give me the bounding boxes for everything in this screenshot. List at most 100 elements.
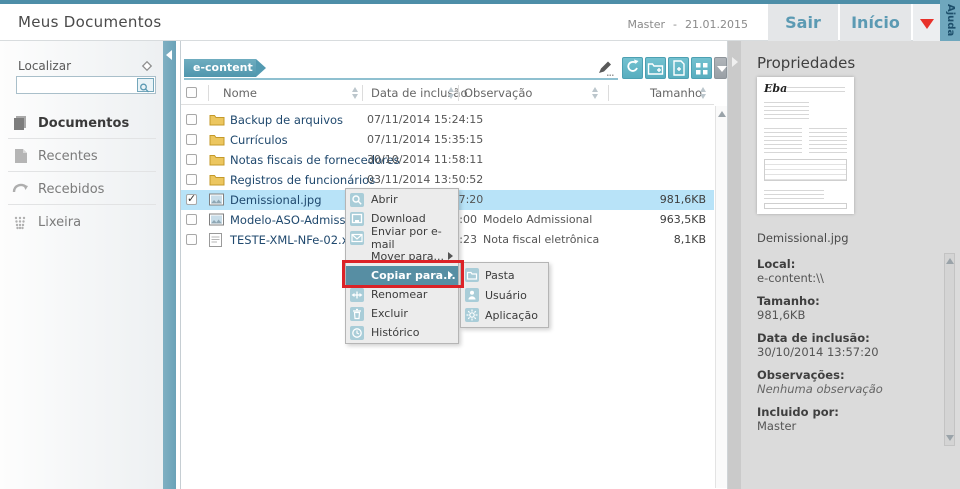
row-checkbox[interactable] xyxy=(186,194,197,205)
submenu-item-pasta[interactable]: Pasta xyxy=(461,265,548,285)
column-nome[interactable]: Nome xyxy=(223,86,257,100)
folder-icon xyxy=(209,133,225,149)
file-date: 07/11/2014 15:35:15 xyxy=(367,130,477,150)
menu-item-label: Aplicação xyxy=(485,309,538,322)
menu-item-enviar-email[interactable]: Enviar por e-mail xyxy=(346,228,458,247)
row-checkbox[interactable] xyxy=(186,234,197,245)
prop-value-incluido-por: Master xyxy=(757,419,796,433)
submenu-item-usuario[interactable]: Usuário xyxy=(461,285,548,305)
rename-icon xyxy=(350,288,364,302)
refresh-button[interactable] xyxy=(622,57,643,79)
menu-item-label: Histórico xyxy=(371,326,419,339)
file-name[interactable]: Demissional.jpg xyxy=(230,190,322,210)
scroll-up-icon[interactable] xyxy=(946,258,954,264)
app-window: Meus Documentos Master-21.01.2015 Sair I… xyxy=(0,0,960,489)
prop-label-local: Local: xyxy=(757,257,795,271)
row-checkbox[interactable] xyxy=(186,154,197,165)
search-button[interactable] xyxy=(137,78,154,92)
row-checkbox[interactable] xyxy=(186,134,197,145)
magnifier-icon xyxy=(138,82,151,94)
xml-file-icon xyxy=(209,233,222,250)
image-file-icon xyxy=(209,193,224,209)
user-name: Master xyxy=(627,18,665,31)
trash-basket-icon xyxy=(12,213,30,235)
table-row[interactable]: Notas fiscais de fornecedores 30/10/2014… xyxy=(181,150,714,170)
received-arrow-icon xyxy=(12,180,30,200)
properties-scrollbar[interactable] xyxy=(944,253,955,446)
page-title: Meus Documentos xyxy=(18,13,161,31)
ajuda-tab[interactable]: Ajuda xyxy=(940,0,960,41)
sidebar-collapse-strip[interactable] xyxy=(163,41,176,489)
row-checkbox[interactable] xyxy=(186,174,197,185)
image-file-icon xyxy=(209,213,224,229)
search-input[interactable] xyxy=(18,78,136,92)
menu-item-copiar-para[interactable]: Copiar para... xyxy=(346,266,458,285)
search-box xyxy=(16,76,156,94)
spacer xyxy=(350,250,364,264)
inicio-button[interactable]: Início xyxy=(840,4,911,41)
file-name[interactable]: Registros de funcionários xyxy=(230,170,375,190)
file-date: 03/11/2014 13:50:52 xyxy=(367,170,477,190)
sidebar-item-recentes[interactable]: Recentes xyxy=(8,141,156,172)
folder-icon xyxy=(209,113,225,129)
folder-icon xyxy=(209,153,225,169)
file-date: 30/10/2014 11:58:11 xyxy=(367,150,477,170)
grid-view-icon xyxy=(692,58,711,78)
submenu-item-aplicacao[interactable]: Aplicação xyxy=(461,305,548,325)
scroll-up-icon[interactable] xyxy=(718,111,726,117)
edit-pencil-icon[interactable] xyxy=(596,59,614,77)
add-folder-button[interactable] xyxy=(645,57,666,79)
file-size: 8,1KB xyxy=(626,230,706,250)
clear-search-icon[interactable] xyxy=(140,58,154,72)
spacer xyxy=(350,269,364,283)
sidebar-item-documentos[interactable]: Documentos xyxy=(8,108,156,139)
file-name[interactable]: Currículos xyxy=(230,130,288,150)
sair-button[interactable]: Sair xyxy=(768,4,838,41)
collapse-left-icon xyxy=(166,50,172,60)
menu-item-excluir[interactable]: Excluir xyxy=(346,304,458,323)
sidebar-item-recebidos[interactable]: Recebidos xyxy=(8,174,156,205)
file-list-scrollbar[interactable] xyxy=(715,106,727,488)
prop-label-incluido-por: Incluido por: xyxy=(757,405,839,419)
red-dropdown-button[interactable] xyxy=(913,4,940,41)
file-date: 07/11/2014 15:24:15 xyxy=(367,110,477,130)
file-name[interactable]: Backup de arquivos xyxy=(230,110,343,130)
context-menu: Abrir Download Enviar por e-mail Mover p… xyxy=(345,188,459,344)
table-row[interactable]: Backup de arquivos 07/11/2014 15:24:15 xyxy=(181,110,714,130)
red-triangle-icon xyxy=(920,19,934,29)
sort-tamanho-icon[interactable] xyxy=(700,87,707,99)
file-name[interactable]: TESTE-XML-NFe-02.xml xyxy=(230,230,363,250)
sort-nome-icon[interactable] xyxy=(352,87,359,99)
scroll-down-icon[interactable] xyxy=(946,435,954,441)
sidebar-item-lixeira[interactable]: Lixeira xyxy=(8,207,156,238)
add-document-button[interactable] xyxy=(668,57,689,79)
column-tamanho[interactable]: Tamanho xyxy=(650,86,702,100)
breadcrumb[interactable]: e-content xyxy=(184,59,256,77)
folder-icon xyxy=(465,268,479,282)
table-row[interactable]: Registros de funcionários 03/11/2014 13:… xyxy=(181,170,714,190)
table-row[interactable]: Currículos 07/11/2014 15:35:15 xyxy=(181,130,714,150)
dropdown-arrow-icon xyxy=(717,66,727,72)
menu-item-mover-para[interactable]: Mover para... xyxy=(346,247,458,266)
grid-view-button[interactable] xyxy=(691,57,712,79)
sort-data-icon[interactable] xyxy=(448,87,455,99)
row-checkbox[interactable] xyxy=(186,214,197,225)
file-size: 963,5KB xyxy=(626,210,706,230)
menu-item-abrir[interactable]: Abrir xyxy=(346,190,458,209)
select-all-checkbox[interactable] xyxy=(186,87,197,98)
header-bar: Meus Documentos Master-21.01.2015 Sair I… xyxy=(0,4,960,41)
add-document-icon xyxy=(669,58,688,78)
menu-item-historico[interactable]: Histórico xyxy=(346,323,458,342)
delete-trash-icon xyxy=(350,307,364,321)
user-icon xyxy=(465,288,479,302)
breadcrumb-bar: e-content xyxy=(184,57,618,80)
sort-observacao-icon[interactable] xyxy=(592,87,599,99)
row-checkbox[interactable] xyxy=(186,114,197,125)
column-observacao[interactable]: Observação xyxy=(464,86,532,100)
folder-icon xyxy=(209,173,225,189)
menu-item-label: Excluir xyxy=(371,307,408,320)
properties-collapse-strip[interactable] xyxy=(728,41,741,489)
menu-item-renomear[interactable]: Renomear xyxy=(346,285,458,304)
file-observation: Modelo Admissional xyxy=(483,210,592,230)
more-options-button[interactable] xyxy=(714,57,727,79)
